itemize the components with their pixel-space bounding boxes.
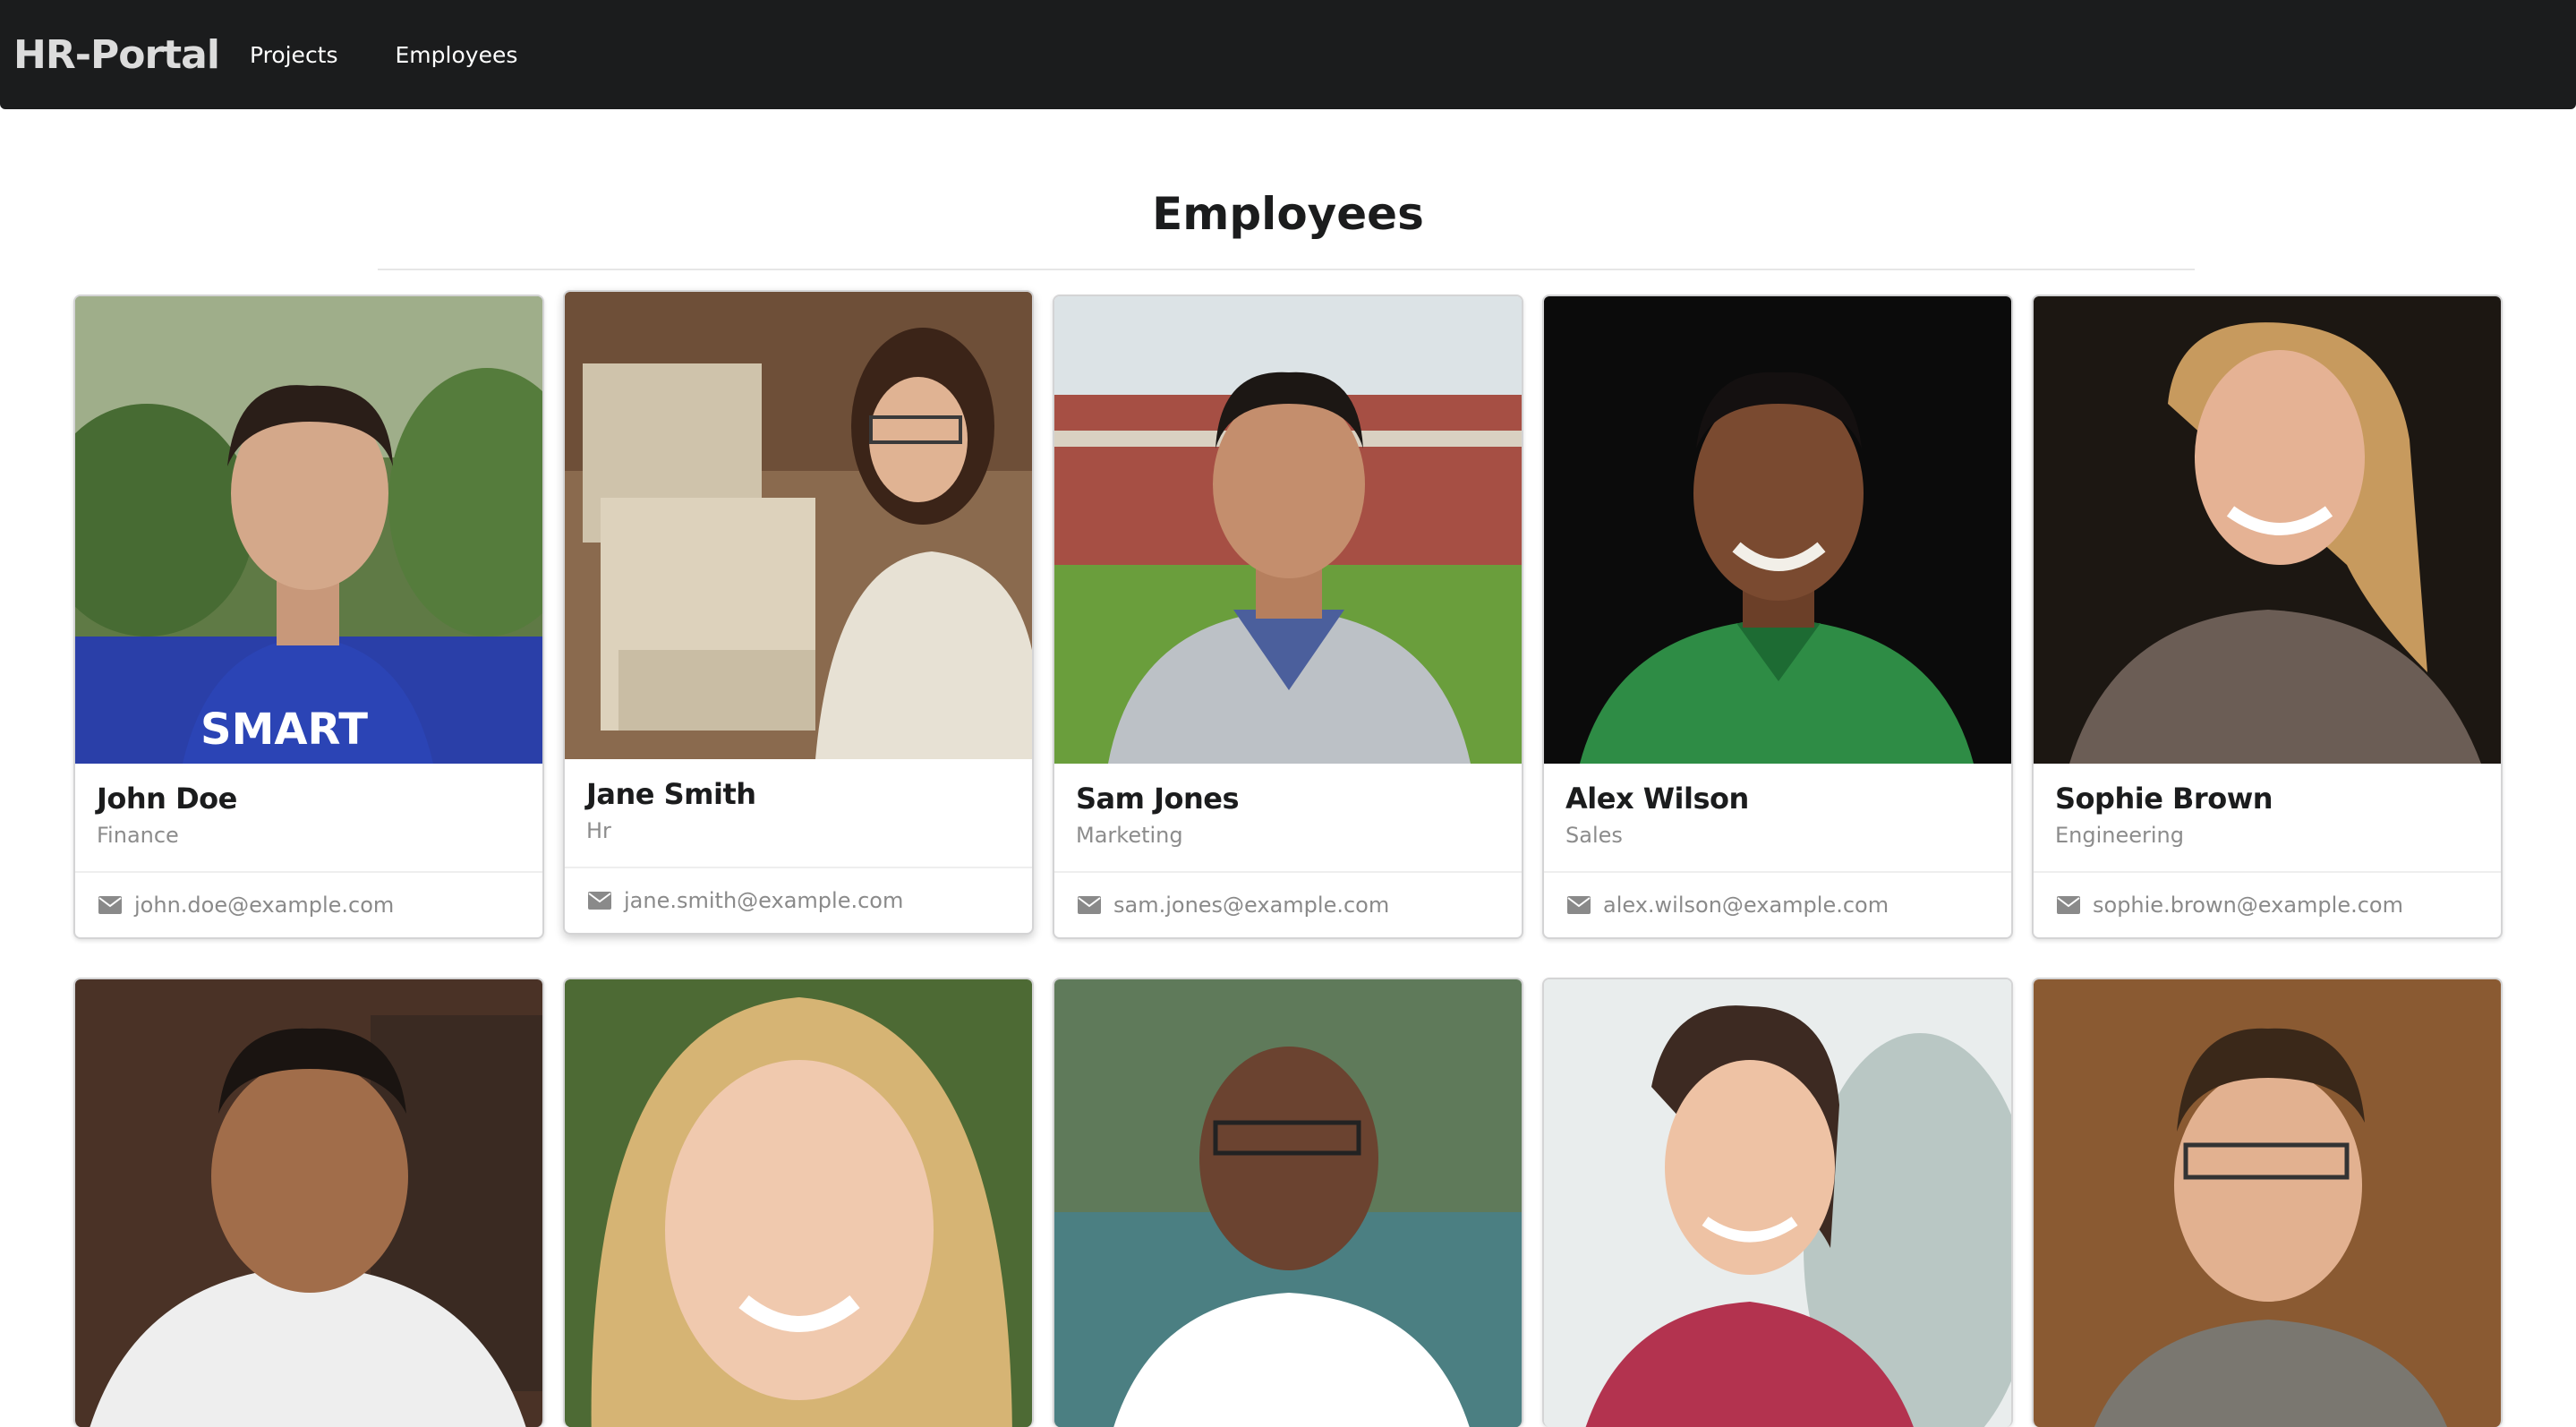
employee-photo: [1054, 296, 1522, 764]
card-footer: alex.wilson@example.com: [1544, 873, 2011, 937]
employee-photo: [1054, 979, 1522, 1427]
card-content: Sam Jones Marketing: [1054, 764, 1522, 873]
employee-photo: [565, 979, 1032, 1427]
card-footer: sam.jones@example.com: [1054, 873, 1522, 937]
employee-name[interactable]: Sophie Brown: [2055, 782, 2479, 816]
employee-photo: [1544, 296, 2011, 764]
top-navbar: HR-Portal Projects Employees: [0, 0, 2576, 109]
employee-department: Sales: [1565, 823, 1623, 848]
svg-text:SMART: SMART: [200, 705, 368, 755]
employee-department: Marketing: [1076, 823, 1183, 848]
employee-name[interactable]: Alex Wilson: [1565, 782, 1990, 816]
employee-card[interactable]: Alex Wilson Sales alex.wilson@example.co…: [1542, 295, 2013, 939]
employee-card[interactable]: Sophie Brown Engineering sophie.brown@ex…: [2032, 295, 2503, 939]
employee-card[interactable]: [1542, 978, 2013, 1427]
employee-photo: [2034, 296, 2501, 764]
employee-card[interactable]: Sam Jones Marketing sam.jones@example.co…: [1053, 295, 1523, 939]
employee-card[interactable]: [2032, 978, 2503, 1427]
employee-email[interactable]: alex.wilson@example.com: [1603, 893, 1889, 918]
nav-employees[interactable]: Employees: [396, 42, 518, 68]
card-content: Jane Smith Hr: [565, 759, 1032, 868]
employee-department: Engineering: [2055, 823, 2184, 848]
employee-card[interactable]: [73, 978, 544, 1427]
envelope-icon: [588, 892, 611, 910]
employee-email[interactable]: sophie.brown@example.com: [2093, 893, 2403, 918]
employee-photo: [1544, 979, 2011, 1427]
envelope-icon: [98, 896, 122, 914]
card-footer: sophie.brown@example.com: [2034, 873, 2501, 937]
employee-name[interactable]: John Doe: [97, 782, 521, 816]
card-footer: john.doe@example.com: [75, 873, 542, 937]
envelope-icon: [1078, 896, 1101, 914]
employee-email[interactable]: sam.jones@example.com: [1113, 893, 1389, 918]
card-footer: jane.smith@example.com: [565, 868, 1032, 933]
card-content: John Doe Finance: [75, 764, 542, 873]
employee-photo: [2034, 979, 2501, 1427]
nav-projects[interactable]: Projects: [250, 42, 338, 68]
employee-photo: [565, 292, 1032, 759]
employee-photo: [75, 979, 542, 1427]
card-content: Sophie Brown Engineering: [2034, 764, 2501, 873]
page-title: Employees: [1152, 188, 1424, 240]
employee-email[interactable]: jane.smith@example.com: [624, 888, 903, 913]
employee-card[interactable]: [563, 978, 1034, 1427]
employee-department: Hr: [586, 818, 611, 843]
employee-card[interactable]: Jane Smith Hr jane.smith@example.com: [563, 290, 1034, 935]
employee-card[interactable]: [1053, 978, 1523, 1427]
employee-card[interactable]: SMART John Doe Finance john.doe@example.…: [73, 295, 544, 939]
employee-name[interactable]: Jane Smith: [586, 777, 1011, 811]
envelope-icon: [2057, 896, 2080, 914]
employee-email[interactable]: john.doe@example.com: [134, 893, 394, 918]
employee-photo: SMART: [75, 296, 542, 764]
employee-name[interactable]: Sam Jones: [1076, 782, 1500, 816]
brand-logo[interactable]: HR-Portal: [13, 32, 220, 78]
card-content: Alex Wilson Sales: [1544, 764, 2011, 873]
title-divider: [378, 269, 2195, 270]
envelope-icon: [1567, 896, 1591, 914]
employee-department: Finance: [97, 823, 179, 848]
